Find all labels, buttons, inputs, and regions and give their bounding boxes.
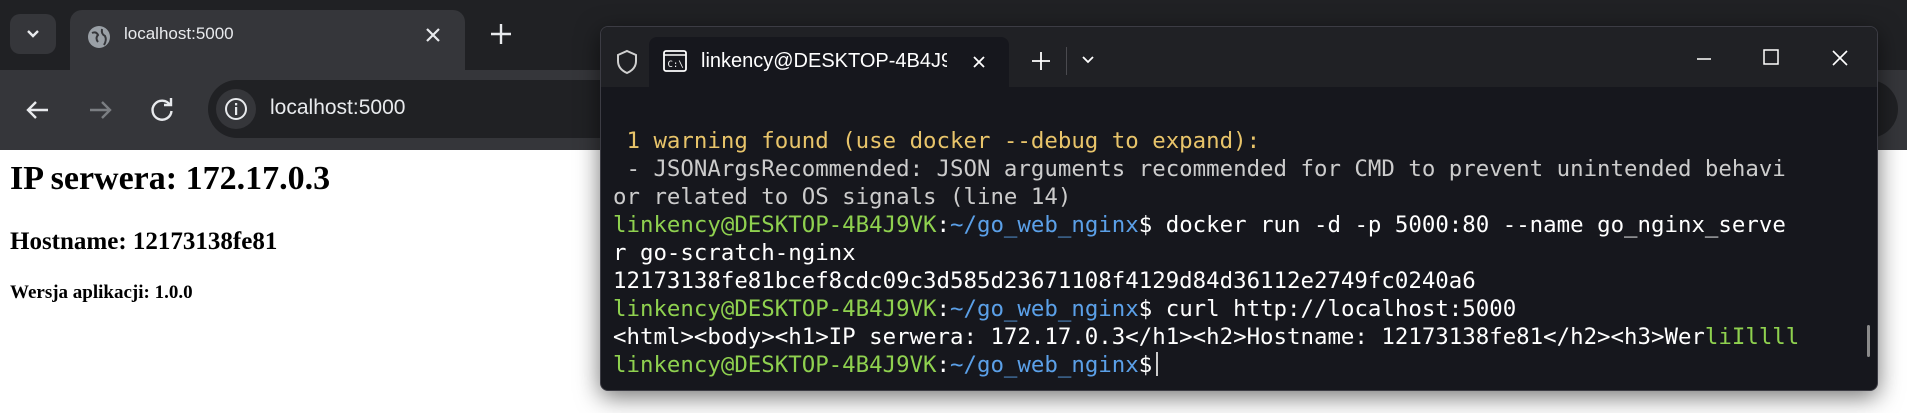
maximize-icon[interactable] [1761,47,1781,71]
command-text: docker run -d -p 5000:80 --name go_nginx… [1152,212,1786,238]
close-terminal-tab-icon[interactable] [967,50,991,78]
curl-output: <html><body><h1>IP serwera: 172.17.0.3</… [613,324,1705,350]
prompt-user: linkency@DESKTOP-4B4J9VK [613,212,937,238]
prompt-symbol: $ [1138,212,1153,238]
minimize-icon[interactable] [1694,49,1714,73]
terminal-window: C:\ linkency@DESKTOP-4B4J9VK: ~ 1 warnin… [600,26,1878,391]
prompt-symbol: $ [1138,352,1153,378]
prompt-line-2: linkency@DESKTOP-4B4J9VK:~/go_web_nginx$… [613,296,1517,322]
prompt-path: ~/go_web_nginx [950,352,1139,378]
curl-output-tail: liIllll [1704,324,1800,350]
prompt-symbol: $ [1138,296,1153,322]
prompt-line-1: linkency@DESKTOP-4B4J9VK:~/go_web_nginx$… [613,212,1786,238]
shield-icon [615,49,639,79]
profile-dropdown-chevron-icon[interactable] [1079,51,1097,73]
url-text[interactable]: localhost:5000 [270,96,405,120]
browser-tab[interactable]: localhost:5000 [70,10,465,70]
terminal-scrollbar[interactable] [1867,325,1870,357]
back-arrow-icon[interactable] [24,96,52,128]
prompt-path: ~/go_web_nginx [950,296,1139,322]
tab-search-button[interactable] [10,14,56,54]
reload-icon[interactable] [148,96,176,128]
terminal-tab-title: linkency@DESKTOP-4B4J9VK: ~ [701,50,947,72]
terminal-output[interactable]: 1 warning found (use docker --debug to e… [613,127,1853,379]
terminal-titlebar: C:\ linkency@DESKTOP-4B4J9VK: ~ [601,27,1877,87]
text-cursor [1156,352,1159,376]
prompt-user: linkency@DESKTOP-4B4J9VK [613,296,937,322]
curl-output-line: <html><body><h1>IP serwera: 172.17.0.3</… [613,323,1853,351]
terminal-tab[interactable]: C:\ linkency@DESKTOP-4B4J9VK: ~ [649,37,1009,87]
prompt-user: linkency@DESKTOP-4B4J9VK [613,352,937,378]
app-version-heading: Wersja aplikacji: 1.0.0 [10,282,193,303]
info-icon [225,98,247,120]
site-info-button[interactable] [216,89,256,129]
warning-line: 1 warning found (use docker --debug to e… [613,128,1261,154]
tab-title: localhost:5000 [124,24,234,43]
chevron-down-icon [27,30,39,38]
json-args-line-2: or related to OS signals (line 14) [613,184,1072,210]
titlebar-separator [1066,47,1067,75]
prompt-path: ~/go_web_nginx [950,212,1139,238]
container-id-line: 12173138fe81bcef8cdc09c3d585d23671108f41… [613,268,1476,294]
command-text: curl http://localhost:5000 [1152,296,1517,322]
server-ip-heading: IP serwera: 172.17.0.3 [10,160,331,197]
command-wrap-line: r go-scratch-nginx [613,240,856,266]
hostname-heading: Hostname: 12173138fe81 [10,228,278,255]
svg-text:C:\: C:\ [668,60,684,70]
globe-icon [86,24,112,54]
terminal-icon: C:\ [663,50,687,76]
close-window-icon[interactable] [1829,47,1851,73]
prompt-line-3: linkency@DESKTOP-4B4J9VK:~/go_web_nginx$ [613,351,1853,379]
new-terminal-tab-plus-icon[interactable] [1029,49,1053,77]
close-tab-icon[interactable] [421,23,445,51]
forward-arrow-icon[interactable] [86,96,114,128]
json-args-line-1: - JSONArgsRecommended: JSON arguments re… [613,156,1786,182]
new-tab-plus-icon[interactable] [487,20,515,52]
